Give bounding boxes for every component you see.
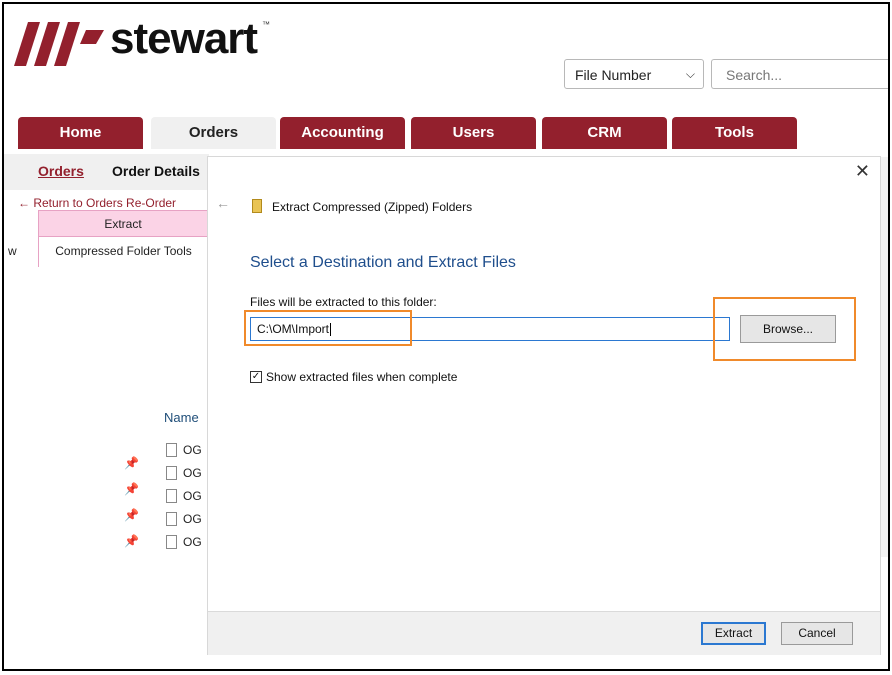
ribbon-links[interactable]: ← Return to Orders Re-Order [18,196,176,210]
highlight-browse-box [713,297,856,361]
file-name: OG [183,466,202,480]
close-icon[interactable]: ✕ [855,161,870,182]
tab-tools[interactable]: Tools [672,117,797,149]
dialog-heading: Select a Destination and Extract Files [250,254,516,271]
file-name: OG [183,489,202,503]
pin-icon: 📌 [124,456,139,470]
explorer-left-fragment: w [8,244,17,258]
highlight-path-box [244,310,412,346]
trademark: ™ [262,20,270,29]
pin-icon: 📌 [124,534,139,548]
document-icon [166,443,177,457]
chevron-down-icon: ⌵ [685,67,695,81]
file-list-item[interactable]: OG [166,509,202,529]
tab-home[interactable]: Home [18,117,143,149]
pin-icon: 📌 [124,482,139,496]
show-files-label: Show extracted files when complete [266,370,458,384]
logo-text: stewart [110,14,258,63]
back-arrow-icon[interactable]: ← [216,195,230,211]
destination-label: Files will be extracted to this folder: [250,295,437,309]
file-list-item[interactable]: OG [166,463,202,483]
file-list-name-header[interactable]: Name [164,410,199,425]
dialog-footer: Extract Cancel [208,611,880,655]
search-type-value: File Number [575,67,652,83]
search-type-select[interactable]: File Number ⌵ [564,59,704,89]
file-list-item[interactable]: OG [166,532,202,552]
logo-slashes-icon [14,22,104,66]
explorer-extract-tab[interactable]: Extract [38,210,208,237]
compressed-folder-tools-tab[interactable]: Compressed Folder Tools [38,237,208,267]
tab-orders[interactable]: Orders [151,117,276,149]
document-icon [166,489,177,503]
tab-accounting[interactable]: Accounting [280,117,405,149]
app-window: stewart ™ File Number ⌵ Search... Home O… [2,2,890,671]
document-icon [166,512,177,526]
background-panel-edge [880,157,888,557]
zip-folder-icon [252,199,262,213]
subnav-orders-link[interactable]: Orders [38,163,84,179]
document-icon [166,535,177,549]
extract-dialog: ✕ ← Extract Compressed (Zipped) Folders … [208,157,880,655]
subnav-order-details[interactable]: Order Details [112,163,200,179]
show-files-checkbox[interactable]: ✓ [250,371,262,383]
file-list-item[interactable]: OG [166,486,202,506]
cancel-button[interactable]: Cancel [781,622,853,645]
pin-icon: 📌 [124,508,139,522]
file-list-item[interactable]: OG [166,440,202,460]
file-name: OG [183,512,202,526]
file-name: OG [183,443,202,457]
document-icon [166,466,177,480]
file-name: OG [183,535,202,549]
search-input[interactable]: Search... [711,59,888,89]
extract-button[interactable]: Extract [701,622,766,645]
dialog-title: Extract Compressed (Zipped) Folders [272,200,473,214]
show-files-option[interactable]: ✓ Show extracted files when complete [250,370,457,384]
tab-crm[interactable]: CRM [542,117,667,149]
tab-users[interactable]: Users [411,117,536,149]
sub-navigation: Orders Order Details [4,154,209,190]
